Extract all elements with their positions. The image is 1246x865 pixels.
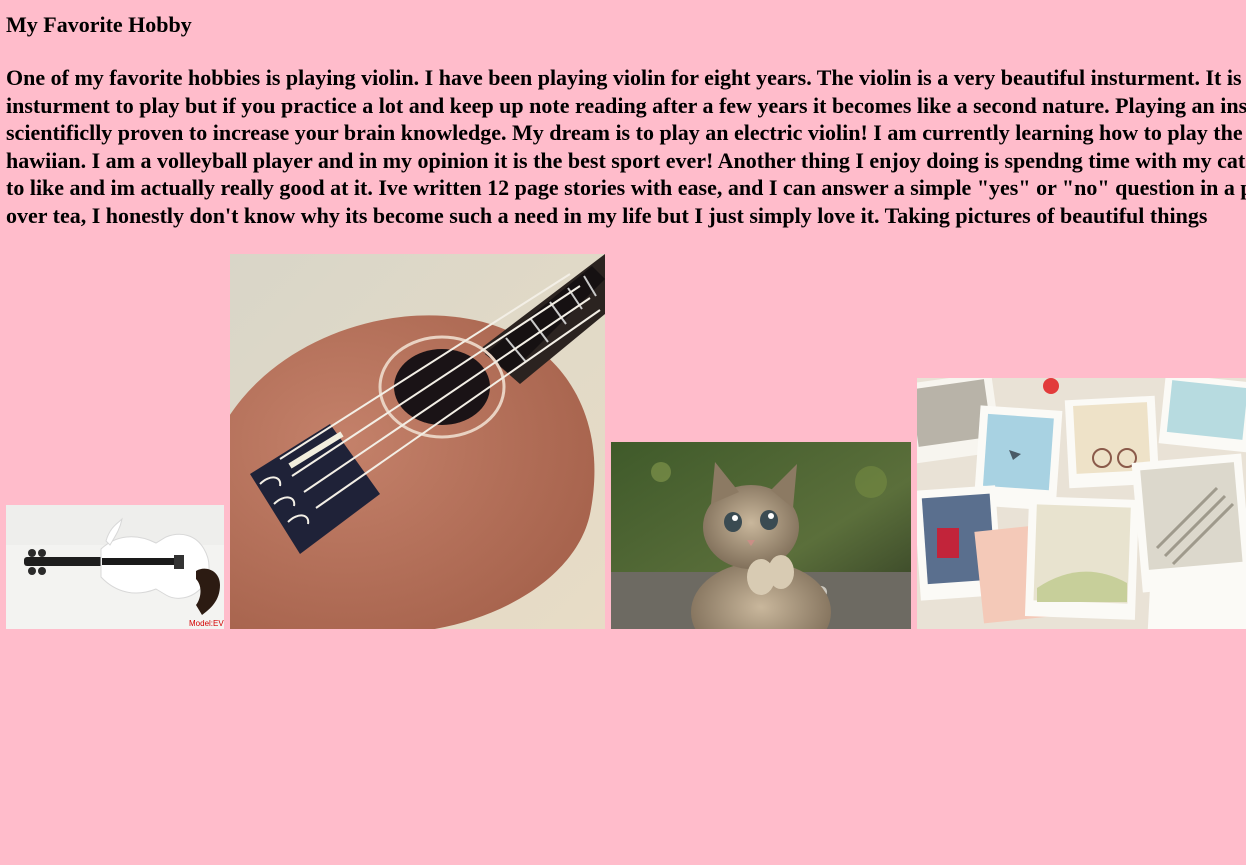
- paragraph-line: to like and im actually really good at i…: [6, 175, 1246, 201]
- page-title: My Favorite Hobby: [6, 12, 192, 37]
- hobby-paragraph: One of my favorite hobbies is playing vi…: [6, 64, 1246, 230]
- paragraph-line: hawiian. I am a volleyball player and in…: [6, 147, 1246, 173]
- paragraph-line: One of my favorite hobbies is playing vi…: [6, 65, 1246, 90]
- kitten-image: [611, 442, 911, 629]
- polaroid-collage-image: [917, 378, 1246, 629]
- electric-violin-image: Model:EVH-07: [6, 505, 224, 629]
- paragraph-line: over tea, I honestly don't know why its …: [6, 202, 1208, 228]
- paragraph-line: insturment to play but if you practice a…: [6, 92, 1246, 118]
- ukulele-image: [230, 254, 605, 629]
- paragraph-line: scientificlly proven to increase your br…: [6, 120, 1246, 146]
- violin-model-caption: Model:EVH-07: [189, 619, 224, 628]
